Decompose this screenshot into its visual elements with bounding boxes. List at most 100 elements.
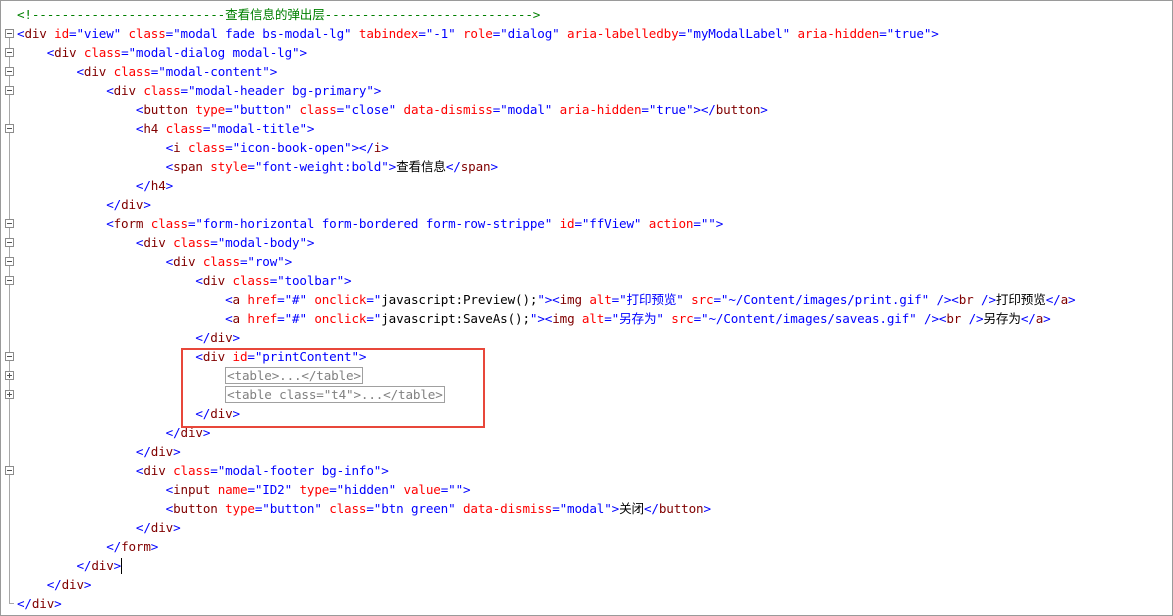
collapse-icon[interactable] [5, 466, 14, 475]
expand-icon[interactable] [5, 390, 14, 399]
code-line[interactable]: <form class = "form-horizontal form-border… [17, 214, 1172, 233]
code-line[interactable]: <h4 class="modal-title"> [17, 119, 1172, 138]
code-token: form [121, 539, 151, 554]
code-line[interactable]: </div> [17, 556, 1172, 575]
code-line[interactable]: <div class="row"> [17, 252, 1172, 271]
code-token: "myModalLabel" [685, 26, 791, 41]
code-token: id [46, 26, 70, 41]
code-token: div [31, 596, 55, 611]
expand-icon[interactable] [5, 371, 14, 380]
code-token: class [195, 254, 240, 269]
code-token: "-1" [425, 26, 456, 41]
collapse-icon[interactable] [5, 29, 14, 38]
code-line[interactable]: </div> [17, 518, 1172, 537]
code-line[interactable]: <div class="modal-header bg-primary"> [17, 81, 1172, 100]
code-token: = [678, 26, 687, 41]
code-token: < [106, 216, 114, 231]
code-line[interactable]: <span style="font-weight:bold">查看信息</spa… [17, 157, 1172, 176]
code-token: < [165, 482, 174, 497]
code-line[interactable]: </div> [17, 328, 1172, 347]
code-token: < [76, 64, 84, 79]
code-token: = [693, 216, 701, 231]
collapse-icon[interactable] [5, 124, 14, 133]
code-token: h4 [143, 121, 159, 136]
code-token: type [217, 501, 255, 516]
code-token: class [180, 140, 226, 155]
code-line[interactable]: <button type="button" class="btn green" … [17, 499, 1172, 518]
code-line[interactable]: </div> [17, 594, 1172, 613]
code-token: onclick [306, 311, 367, 326]
code-token: i [173, 140, 181, 155]
code-line[interactable]: <div class="modal-footer bg-info"> [17, 461, 1172, 480]
code-token: < [225, 311, 233, 326]
text-caret [121, 558, 123, 574]
code-line[interactable]: <input name="ID2" type="hidden" value=""… [17, 480, 1172, 499]
code-line[interactable]: </form> [17, 537, 1172, 556]
code-token: class [106, 64, 151, 79]
collapse-icon[interactable] [5, 238, 14, 247]
code-token: div [180, 425, 203, 440]
code-line[interactable]: </h4> [17, 176, 1172, 195]
code-area[interactable]: <!--------------------------查看信息的弹出层----… [17, 5, 1172, 613]
code-token: src [683, 292, 714, 307]
code-line[interactable]: <div class="modal-body"> [17, 233, 1172, 252]
code-token: </ [106, 197, 122, 212]
code-token: < [225, 292, 233, 307]
code-editor[interactable]: <!--------------------------查看信息的弹出层----… [0, 0, 1173, 616]
code-line[interactable]: <a href="#" onclick="javascript:Preview(… [17, 290, 1172, 309]
code-line[interactable]: <a href="#" onclick="javascript:SaveAs()… [17, 309, 1172, 328]
code-line[interactable]: <div id="view" class="modal fade bs-moda… [17, 24, 1172, 43]
collapse-icon[interactable] [5, 86, 14, 95]
code-token: < [165, 140, 174, 155]
code-line[interactable]: <table>...</table> [17, 366, 1172, 385]
code-token: role [455, 26, 493, 41]
collapse-icon[interactable] [5, 219, 14, 228]
code-token: action [641, 216, 694, 231]
code-token: ></ [693, 102, 716, 117]
code-line[interactable]: <table class="t4">...</table> [17, 385, 1172, 404]
code-token: > [269, 64, 278, 79]
code-token: "打印预览" [619, 292, 684, 307]
collapse-icon[interactable] [5, 48, 14, 57]
collapsed-region[interactable]: <table class="t4">...</table> [225, 386, 445, 403]
code-line[interactable]: </div> [17, 575, 1172, 594]
code-token: > [113, 558, 122, 573]
code-line[interactable]: </div> [17, 423, 1172, 442]
code-line[interactable]: </div> [17, 195, 1172, 214]
code-token: div [143, 463, 166, 478]
code-token: br [946, 311, 962, 326]
collapsed-region[interactable]: <table>...</table> [225, 367, 363, 384]
collapse-icon[interactable] [5, 257, 14, 266]
code-token: = [366, 292, 374, 307]
code-line[interactable]: <div class="toolbar"> [17, 271, 1172, 290]
code-line[interactable]: <div id="printContent"> [17, 347, 1172, 366]
code-line[interactable]: </div> [17, 404, 1172, 423]
code-line[interactable]: <button type="button" class="close" data… [17, 100, 1172, 119]
collapse-icon[interactable] [5, 276, 14, 285]
collapse-icon[interactable] [5, 352, 14, 361]
code-token: "#" [284, 292, 307, 307]
code-line[interactable]: <div class="modal-dialog modal-lg"> [17, 43, 1172, 62]
code-token: > [931, 26, 939, 41]
code-token: < [165, 501, 174, 516]
collapse-icon[interactable] [5, 67, 14, 76]
code-line[interactable]: <i class="icon-book-open"></i> [17, 138, 1172, 157]
code-token: id [552, 216, 575, 231]
code-token: </ [135, 444, 151, 459]
code-token: class [143, 216, 188, 231]
code-line[interactable]: <!--------------------------查看信息的弹出层----… [17, 5, 1172, 24]
code-token: > [299, 45, 307, 60]
code-line[interactable]: </div> [17, 442, 1172, 461]
code-token: 另存为 [983, 311, 1021, 326]
code-token: = [180, 83, 189, 98]
code-line[interactable]: <div class="modal-content"> [17, 62, 1172, 81]
